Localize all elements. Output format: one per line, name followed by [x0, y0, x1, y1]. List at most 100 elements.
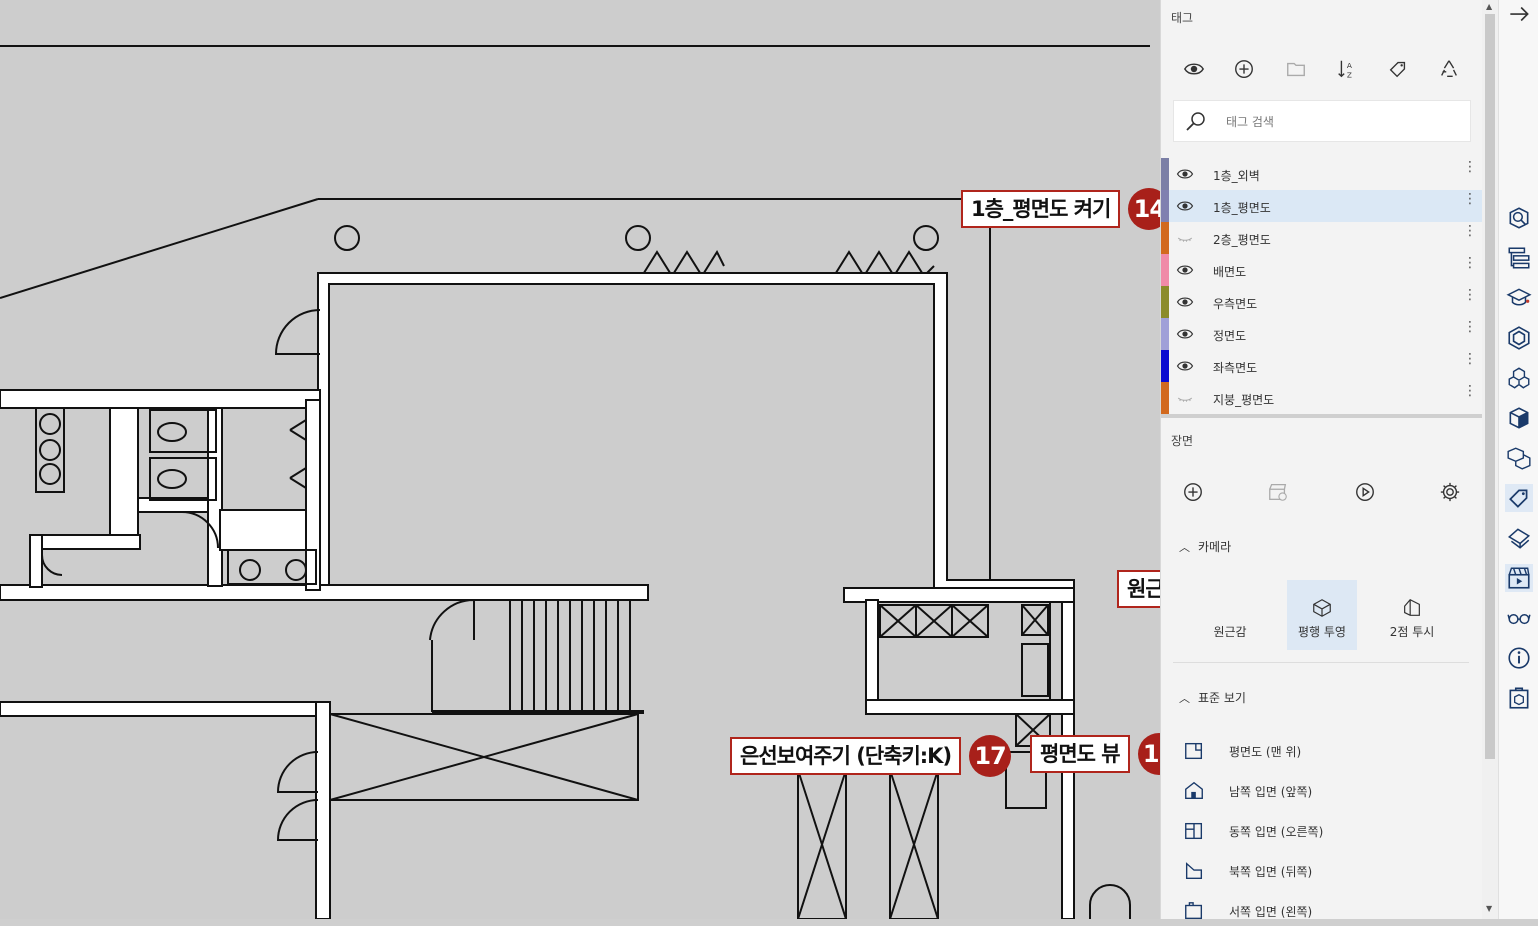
more-icon[interactable]: ⋮	[1463, 384, 1477, 398]
callout-label: 1층_평면도 켜기	[961, 190, 1121, 228]
tag-row-5[interactable]: 정면도 ⋮	[1161, 318, 1483, 350]
left-view-icon	[1181, 898, 1207, 924]
tag-row-4[interactable]: 우측면도 ⋮	[1161, 286, 1483, 318]
drawing-canvas[interactable]	[0, 0, 1160, 919]
visible-eye-icon[interactable]	[1175, 261, 1195, 279]
tag-row-2[interactable]: 2층_평면도 ⋮	[1161, 222, 1483, 254]
tag-row-0[interactable]: 1층_외벽 ⋮	[1161, 158, 1483, 190]
info-icon[interactable]	[1505, 644, 1533, 672]
tag-name[interactable]: 정면도	[1213, 327, 1246, 344]
tag-row-7[interactable]: 지붕_평면도 ⋮	[1161, 382, 1483, 414]
svg-text:A: A	[1347, 61, 1352, 70]
hidden-eye-icon[interactable]	[1175, 229, 1195, 247]
back-view-item[interactable]: 북쪽 입면 (뒤쪽)	[1181, 856, 1312, 886]
back-view-label: 북쪽 입면 (뒤쪽)	[1229, 864, 1313, 879]
visible-eye-icon[interactable]	[1175, 197, 1195, 215]
tag-row-6[interactable]: 좌측면도 ⋮	[1161, 350, 1483, 382]
more-icon[interactable]: ⋮	[1463, 288, 1477, 302]
more-icon[interactable]: ⋮	[1463, 160, 1477, 174]
cube-icon	[1313, 599, 1331, 617]
soften-edges-icon[interactable]	[1505, 524, 1533, 552]
standard-views-header[interactable]: ︿ 표준 보기	[1179, 689, 1246, 706]
front-view-label: 남쪽 입면 (앞쪽)	[1229, 784, 1313, 799]
entity-info-icon[interactable]	[1505, 204, 1533, 232]
front-view-item[interactable]: 남쪽 입면 (앞쪽)	[1181, 776, 1312, 806]
house-icon	[1404, 599, 1420, 616]
tag-color-swatch[interactable]	[1161, 286, 1169, 318]
two-point-perspective-button[interactable]: 2점 투시	[1377, 580, 1447, 650]
more-icon[interactable]: ⋮	[1463, 352, 1477, 366]
tag-row-1[interactable]: 1층_평면도 ⋮	[1161, 190, 1483, 222]
scroll-down-icon[interactable]: ▼	[1486, 904, 1492, 913]
parallel-projection-button[interactable]: 평행 투영	[1287, 580, 1357, 650]
gear-icon[interactable]	[1437, 479, 1463, 505]
more-icon[interactable]: ⋮	[1463, 256, 1477, 270]
tag-color-swatch[interactable]	[1161, 158, 1169, 190]
folder-icon	[1283, 56, 1309, 82]
tag-color-swatch[interactable]	[1161, 350, 1169, 382]
tag-row-3[interactable]: 배면도 ⋮	[1161, 254, 1483, 286]
chevron-up-icon[interactable]: ︿	[1179, 690, 1190, 706]
tag-name[interactable]: 1층_외벽	[1213, 167, 1260, 184]
panel-scrollbar[interactable]: ▲ ▼	[1482, 0, 1498, 919]
play-icon[interactable]	[1352, 479, 1378, 505]
hidden-eye-icon[interactable]	[1175, 389, 1195, 407]
right-view-label: 동쪽 입면 (오른쪽)	[1229, 824, 1324, 839]
tag-name[interactable]: 1층_평면도	[1213, 199, 1271, 216]
visible-eye-icon[interactable]	[1175, 165, 1195, 183]
scenes-tray-icon[interactable]	[1505, 564, 1533, 592]
perspective-label: 원근감	[1213, 625, 1247, 639]
left-view-item[interactable]: 서쪽 입면 (왼쪽)	[1181, 896, 1312, 926]
standard-views-label: 표준 보기	[1198, 691, 1246, 705]
add-scene-icon[interactable]	[1180, 479, 1206, 505]
tags-tray-icon[interactable]	[1505, 484, 1533, 512]
tags-section-title: 태그	[1171, 11, 1194, 25]
tag-name[interactable]: 배면도	[1213, 263, 1246, 280]
scenes-section-title: 장면	[1171, 434, 1194, 448]
more-icon[interactable]: ⋮	[1463, 320, 1477, 334]
tag-name[interactable]: 2층_평면도	[1213, 231, 1271, 248]
tag-name[interactable]: 지붕_평면도	[1213, 391, 1274, 408]
tag-color-swatch[interactable]	[1161, 254, 1169, 286]
layers-cubes-icon[interactable]	[1505, 444, 1533, 472]
tag-color-swatch[interactable]	[1161, 318, 1169, 350]
parallel-projection-label: 평행 투영	[1298, 625, 1346, 639]
add-tag-icon[interactable]	[1231, 56, 1257, 82]
front-view-icon	[1181, 778, 1207, 804]
glasses-icon[interactable]	[1505, 604, 1533, 632]
outliner-icon[interactable]	[1505, 244, 1533, 272]
tag-name[interactable]: 좌측면도	[1213, 359, 1257, 376]
more-icon[interactable]: ⋮	[1463, 224, 1477, 238]
right-view-item[interactable]: 동쪽 입면 (오른쪽)	[1181, 816, 1323, 846]
collapse-arrow-icon[interactable]	[1505, 0, 1533, 28]
tag-color-swatch[interactable]	[1161, 382, 1169, 414]
tray-icon-rail	[1498, 0, 1538, 919]
tag-icon[interactable]	[1385, 56, 1411, 82]
scrollbar-thumb[interactable]	[1485, 14, 1495, 759]
warehouse-icon[interactable]	[1505, 684, 1533, 712]
perspective-button[interactable]: 원근감	[1195, 580, 1265, 650]
tag-color-swatch[interactable]	[1161, 222, 1169, 254]
tag-search-input[interactable]	[1224, 111, 1458, 133]
back-view-icon	[1181, 858, 1207, 884]
tag-search-box[interactable]	[1173, 100, 1471, 142]
scroll-up-icon[interactable]: ▲	[1486, 2, 1492, 11]
instructor-icon[interactable]	[1505, 284, 1533, 312]
visible-eye-icon[interactable]	[1175, 325, 1195, 343]
tag-name[interactable]: 우측면도	[1213, 295, 1257, 312]
styles-icon[interactable]	[1505, 404, 1533, 432]
resize-divider[interactable]	[1161, 414, 1483, 418]
visible-eye-icon[interactable]	[1175, 293, 1195, 311]
more-icon[interactable]: ⋮	[1463, 192, 1477, 206]
components-icon[interactable]	[1505, 364, 1533, 392]
visible-eye-icon[interactable]	[1175, 357, 1195, 375]
recycle-icon[interactable]	[1436, 56, 1462, 82]
callout-number: 17	[969, 735, 1012, 777]
eye-icon[interactable]	[1181, 56, 1207, 82]
tag-color-swatch[interactable]	[1161, 190, 1169, 222]
sort-az-icon[interactable]: AZ	[1333, 56, 1359, 82]
chevron-up-icon[interactable]: ︿	[1179, 539, 1190, 555]
materials-icon[interactable]	[1505, 324, 1533, 352]
top-view-item[interactable]: 평면도 (맨 위)	[1181, 736, 1301, 766]
camera-group-header[interactable]: ︿ 카메라	[1179, 538, 1231, 555]
